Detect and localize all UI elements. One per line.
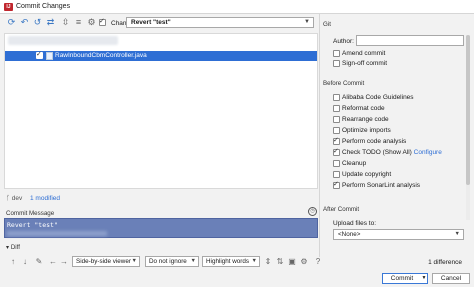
tree-row-selected[interactable]: RawInboundCbmController.java [5,50,317,61]
modified-count[interactable]: 1 modified [30,195,60,202]
chevron-down-icon: ▼ [304,19,310,25]
update-copyright-checkbox[interactable] [333,171,340,178]
viewer-select[interactable]: Side-by-side viewer ▼ [72,256,140,267]
group-by-icon[interactable]: ≡ [73,17,84,28]
select-all-checkbox[interactable] [99,17,106,26]
alibaba-label: Alibaba Code Guidelines [342,94,414,101]
diff-label: Diff [10,244,20,251]
reformat-checkbox[interactable] [333,105,340,112]
signoff-checkbox[interactable] [333,60,340,67]
branch-icon: ᚴ [6,195,10,202]
changelist-select[interactable]: Revert "test" ▼ [126,17,314,28]
prev-diff-icon[interactable]: ↑ [8,257,18,267]
undo-icon[interactable]: ↶ [19,17,30,28]
help-icon[interactable]: ? [313,257,323,267]
upload-value: <None> [338,231,361,238]
diff-section-toggle[interactable]: ▾ Diff [6,244,20,251]
before-commit-header: Before Commit [323,80,365,87]
optimize-imports-checkbox[interactable] [333,127,340,134]
app-logo-icon: IJ [4,3,13,11]
diff-icon[interactable]: ⇄ [45,17,56,28]
code-analysis-checkbox[interactable] [333,136,340,145]
update-copyright-label: Update copyright [342,171,392,178]
cleanup-checkbox[interactable] [333,160,340,167]
check-todo-checkbox[interactable] [333,147,340,156]
sonarlint-label: Perform SonarLint analysis [342,182,421,189]
check-todo-text: Check TODO (Show All) Configure [342,149,442,157]
branch-name: dev [11,195,23,202]
history-clock-icon[interactable]: ◷ [308,207,317,216]
rearrange-label: Rearrange code [342,116,389,123]
ignore-value: Do not ignore [149,258,187,265]
upload-select[interactable]: <None> ▼ [333,229,464,240]
cleanup-label: Cleanup [342,160,367,167]
status-line: ᚴ dev 1 modified [6,195,60,202]
commit-message-blurred [7,231,107,236]
sonarlint-checkbox[interactable] [333,180,340,189]
rearrange-checkbox[interactable] [333,116,340,123]
file-name: RawInboundCbmController.java [55,52,147,59]
alibaba-checkbox[interactable] [333,94,340,101]
chevron-down-icon: ▼ [251,258,257,264]
changelist-value: Revert "test" [131,19,171,26]
amend-label: Amend commit [342,50,386,57]
commit-message-label: Commit Message [6,210,55,217]
configure-link[interactable]: Configure [414,149,442,156]
difference-count: 1 difference [428,259,462,266]
sync-scroll-icon[interactable]: ⇅ [275,257,285,267]
upload-label: Upload files to: [333,220,376,227]
file-checkbox[interactable] [36,50,43,59]
chevron-down-icon: ▼ [454,231,460,237]
window-title: Commit Changes [16,3,71,10]
signoff-label: Sign-off commit [342,60,388,67]
chevron-down-icon: ▼ [190,258,196,264]
java-file-icon [46,52,53,60]
tree-row-blurred [8,36,118,45]
next-diff-icon[interactable]: ↓ [20,257,30,267]
author-input[interactable] [356,35,464,46]
forward-icon[interactable]: → [59,257,69,267]
amend-checkbox[interactable] [333,50,340,57]
collapse-icon[interactable]: ⇕ [263,257,273,267]
refresh-icon[interactable]: ⟳ [6,17,17,28]
edit-icon[interactable]: ✎ [34,257,44,267]
gear-icon[interactable]: ⚙ [299,257,309,267]
highlight-value: Highlight words [206,258,250,265]
options-scrollbar-thumb[interactable] [466,35,470,185]
back-icon[interactable]: ← [48,257,58,267]
author-label: Author: [333,38,354,45]
commit-button[interactable]: Commit [382,273,422,284]
ignore-select[interactable]: Do not ignore ▼ [145,256,199,267]
expand-icon[interactable]: ⇳ [60,17,71,28]
rollback-icon[interactable]: ↺ [32,17,43,28]
commit-options-chevron-icon[interactable]: ▼ [421,273,428,284]
check-todo-label: Check TODO (Show All) [342,149,412,156]
commit-message-text: Revert "test" [7,221,58,229]
settings-icon[interactable]: ⚙ [86,17,97,28]
highlight-select[interactable]: Highlight words ▼ [202,256,260,267]
title-bar: IJ Commit Changes [0,0,474,14]
code-analysis-label: Perform code analysis [342,138,407,145]
reformat-label: Reformat code [342,105,385,112]
viewer-value: Side-by-side viewer [76,258,131,265]
cancel-button[interactable]: Cancel [432,273,470,284]
after-commit-header: After Commit [323,206,360,213]
chevron-down-icon: ▼ [131,258,137,264]
optimize-imports-label: Optimize imports [342,127,391,134]
lock-icon[interactable]: ▣ [287,257,297,267]
git-header: Git [323,21,331,28]
